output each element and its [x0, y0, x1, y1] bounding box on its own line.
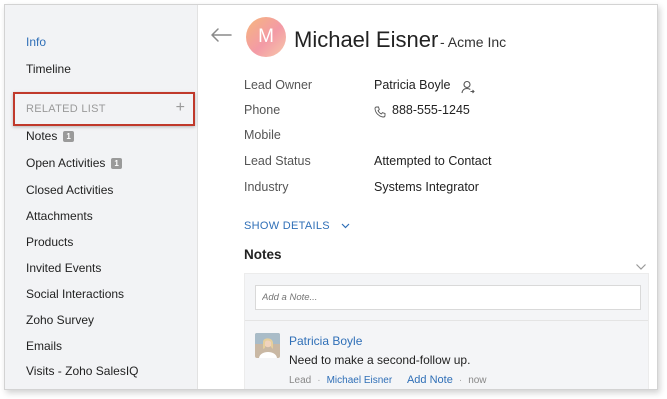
related-list-header: RELATED LIST + — [13, 92, 195, 126]
separator-dot — [398, 375, 401, 386]
lead-name: Michael Eisner — [294, 27, 439, 52]
sidebar-item-products[interactable]: Products — [26, 235, 73, 249]
add-note-link[interactable]: Add Note — [407, 374, 453, 386]
back-arrow-icon[interactable] — [210, 27, 232, 43]
count-badge: 1 — [111, 158, 122, 169]
add-note-input[interactable] — [255, 285, 641, 310]
field-label-lead-owner: Lead Owner — [244, 78, 313, 92]
field-label-phone: Phone — [244, 103, 281, 117]
separator-dot: · — [317, 375, 321, 386]
count-badge: 1 — [63, 131, 74, 142]
field-value-phone[interactable]: 888-555-1245 — [392, 103, 470, 117]
sidebar-item-label: Open Activities — [26, 156, 106, 170]
sidebar-item-emails[interactable]: Emails — [26, 339, 62, 353]
sidebar: Info Timeline RELATED LIST + Notes 1 Open… — [5, 5, 198, 389]
sidebar-item-timeline[interactable]: Timeline — [26, 62, 71, 76]
change-owner-icon[interactable] — [461, 80, 475, 94]
phone-icon[interactable] — [374, 106, 386, 118]
field-value-lead-owner: Patricia Boyle — [374, 78, 451, 92]
separator-dot: · — [458, 375, 463, 386]
sidebar-item-closed-activities[interactable]: Closed Activities — [26, 183, 113, 197]
sidebar-item-social-interactions[interactable]: Social Interactions — [26, 287, 124, 301]
collapse-chevron-icon[interactable] — [635, 263, 647, 271]
note-author-avatar — [255, 333, 280, 358]
add-related-list-button[interactable]: + — [176, 99, 185, 117]
note-record-link[interactable]: Michael Eisner — [327, 375, 393, 386]
divider — [245, 320, 648, 321]
main-content: M Michael Eisner - Acme Inc Lead Owner P… — [198, 5, 657, 389]
notes-section-title: Notes — [244, 247, 282, 262]
show-details-label: SHOW DETAILS — [244, 220, 330, 232]
field-value-lead-status: Attempted to Contact — [374, 154, 492, 168]
show-details-link[interactable]: SHOW DETAILS — [244, 220, 350, 232]
sidebar-item-invited-events[interactable]: Invited Events — [26, 261, 101, 275]
sidebar-item-label: Notes — [26, 129, 58, 143]
sidebar-item-zoho-survey[interactable]: Zoho Survey — [26, 313, 94, 327]
field-label-industry: Industry — [244, 180, 289, 194]
related-list-label: RELATED LIST — [26, 103, 106, 115]
note-author-link[interactable]: Patricia Boyle — [289, 334, 362, 348]
sidebar-item-info[interactable]: Info — [26, 35, 46, 49]
sidebar-item-notes[interactable]: Notes 1 — [26, 129, 74, 143]
note-meta: Lead · Michael Eisner Add Note · now — [289, 374, 487, 386]
field-label-lead-status: Lead Status — [244, 154, 311, 168]
sidebar-item-open-activities[interactable]: Open Activities 1 — [26, 156, 122, 170]
sidebar-item-attachments[interactable]: Attachments — [26, 209, 93, 223]
note-time: now — [468, 375, 487, 386]
field-label-mobile: Mobile — [244, 128, 281, 142]
chevron-down-icon — [341, 223, 350, 229]
notes-panel: Patricia Boyle Need to make a second-fol… — [244, 273, 649, 389]
sidebar-item-visits-salesiq[interactable]: Visits - Zoho SalesIQ — [26, 364, 139, 378]
app-window: Info Timeline RELATED LIST + Notes 1 Open… — [4, 4, 658, 390]
company-name: - Acme Inc — [440, 34, 507, 50]
lead-avatar: M — [246, 17, 286, 57]
field-value-industry: Systems Integrator — [374, 180, 479, 194]
note-module: Lead — [289, 375, 312, 386]
note-text: Need to make a second-follow up. — [289, 353, 471, 367]
